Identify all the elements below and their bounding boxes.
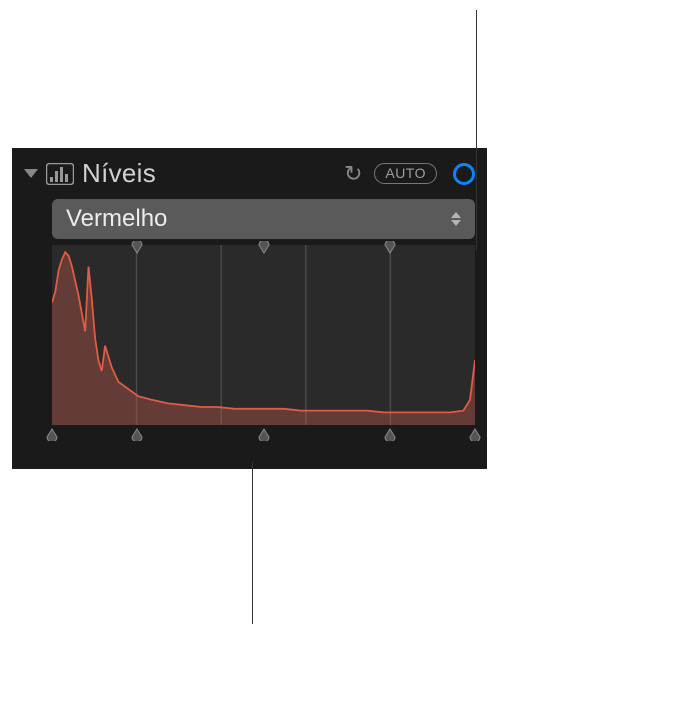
levels-slider-track — [52, 425, 475, 443]
disclosure-triangle-icon[interactable] — [24, 169, 38, 178]
levels-top-handle[interactable] — [130, 241, 144, 255]
levels-panel: Níveis ↺ AUTO Vermelho — [12, 148, 487, 469]
levels-handle[interactable] — [45, 427, 59, 441]
histogram — [52, 245, 475, 425]
auto-button[interactable]: AUTO — [374, 163, 437, 184]
levels-handle[interactable] — [257, 427, 271, 441]
callout-line — [476, 10, 477, 250]
enable-toggle-icon[interactable] — [453, 163, 475, 185]
levels-handle[interactable] — [383, 427, 397, 441]
channel-selected-value: Vermelho — [66, 205, 451, 233]
levels-handle[interactable] — [130, 427, 144, 441]
levels-icon — [46, 162, 74, 186]
panel-header: Níveis ↺ AUTO — [24, 158, 475, 189]
dropdown-chevrons-icon — [451, 212, 461, 226]
panel-title: Níveis — [82, 158, 336, 189]
callout-line — [252, 462, 253, 624]
levels-top-handle[interactable] — [383, 241, 397, 255]
levels-handle[interactable] — [468, 427, 482, 441]
levels-top-handle[interactable] — [257, 241, 271, 255]
reset-icon[interactable]: ↺ — [344, 161, 362, 187]
channel-dropdown[interactable]: Vermelho — [52, 199, 475, 239]
